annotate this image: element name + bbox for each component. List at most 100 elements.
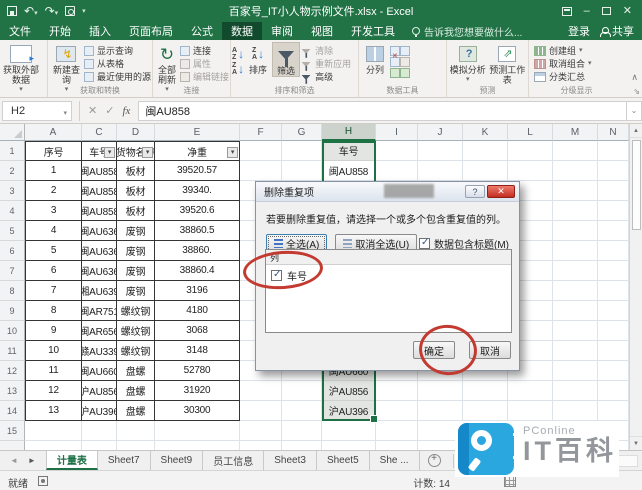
name-box-dropdown-icon[interactable]: ▾ — [63, 109, 67, 117]
cell-D10[interactable]: 螺纹钢 — [117, 321, 155, 341]
cell-N10[interactable] — [598, 321, 629, 341]
sheet-tab-7[interactable]: She ... — [370, 451, 420, 470]
cell-D7[interactable]: 废钢 — [117, 261, 155, 281]
col-header-F[interactable]: F — [240, 124, 282, 141]
row-header-5[interactable]: 5 — [0, 221, 25, 241]
cell-C4[interactable]: 闽AU858 — [82, 201, 117, 221]
select-all-corner[interactable] — [0, 124, 25, 141]
cell-L1[interactable] — [508, 141, 553, 161]
cell-M6[interactable] — [553, 241, 598, 261]
col-header-J[interactable]: J — [418, 124, 463, 141]
cell-C7[interactable]: 闽AU636 — [82, 261, 117, 281]
cell-N12[interactable] — [598, 361, 629, 381]
cell-M7[interactable] — [553, 261, 598, 281]
vertical-scrollbar[interactable]: ▲ ▼ — [629, 124, 642, 450]
sheet-tab-2[interactable]: Sheet7 — [98, 451, 151, 470]
cell-A15[interactable] — [25, 421, 82, 441]
dialog-close-button[interactable] — [487, 185, 515, 198]
group-button[interactable]: 创建组▾ — [534, 45, 641, 57]
cell-N3[interactable] — [598, 181, 629, 201]
cell-F15[interactable] — [240, 421, 282, 441]
advanced-filter-button[interactable]: 高级 — [300, 71, 351, 83]
cell-C3[interactable]: 闽AU858 — [82, 181, 117, 201]
cell-F16[interactable] — [240, 441, 282, 450]
cell-A2[interactable]: 1 — [25, 161, 82, 181]
cell-A8[interactable]: 7 — [25, 281, 82, 301]
cell-J13[interactable] — [418, 381, 463, 401]
cell-N2[interactable] — [598, 161, 629, 181]
cell-I14[interactable] — [376, 401, 418, 421]
col-header-L[interactable]: L — [508, 124, 553, 141]
reapply-button[interactable]: 重新应用 — [300, 58, 351, 70]
get-external-data-button[interactable]: 获取外部数据 ▾ — [1, 42, 41, 93]
cell-C11[interactable]: 赣AU339 — [82, 341, 117, 361]
filter-button-C1[interactable] — [104, 147, 115, 158]
row-header-1[interactable]: 1 — [0, 141, 25, 161]
cell-I15[interactable] — [376, 421, 418, 441]
cell-F1[interactable] — [240, 141, 282, 161]
show-queries-button[interactable]: 显示查询 — [84, 45, 151, 57]
cell-N5[interactable] — [598, 221, 629, 241]
share-button[interactable]: 共享 — [600, 23, 634, 39]
cell-E7[interactable]: 38860.4 — [155, 261, 240, 281]
flash-fill-icon[interactable] — [400, 46, 410, 56]
cell-A1[interactable]: 序号 — [25, 141, 82, 161]
formula-input[interactable]: 闽AU858 — [138, 101, 626, 121]
minimize-icon[interactable]: – — [584, 6, 590, 17]
cell-N1[interactable] — [598, 141, 629, 161]
cell-M8[interactable] — [553, 281, 598, 301]
cell-E3[interactable]: 39340. — [155, 181, 240, 201]
cell-M1[interactable] — [553, 141, 598, 161]
col-header-C[interactable]: C — [82, 124, 117, 141]
cell-N11[interactable] — [598, 341, 629, 361]
col-header-E[interactable]: E — [155, 124, 240, 141]
connections-button[interactable]: 连接 — [180, 45, 229, 57]
cell-J14[interactable] — [418, 401, 463, 421]
row-header-15[interactable]: 15 — [0, 421, 25, 441]
cell-G16[interactable] — [282, 441, 322, 450]
cell-L13[interactable] — [508, 381, 553, 401]
cell-H14[interactable]: 沪AU396 — [322, 401, 376, 421]
col-header-A[interactable]: A — [25, 124, 82, 141]
cell-C9[interactable]: 闽AR751 — [82, 301, 117, 321]
filter-button-D1[interactable] — [142, 147, 153, 158]
cell-M3[interactable] — [553, 181, 598, 201]
col-header-I[interactable]: I — [376, 124, 418, 141]
cell-C8[interactable]: 湘AU639 — [82, 281, 117, 301]
cell-E6[interactable]: 38860. — [155, 241, 240, 261]
col-header-K[interactable]: K — [463, 124, 508, 141]
cell-K1[interactable] — [463, 141, 508, 161]
cell-A5[interactable]: 4 — [25, 221, 82, 241]
row-header-12[interactable]: 12 — [0, 361, 25, 381]
new-sheet-icon[interactable] — [428, 454, 441, 467]
relationships-icon[interactable] — [400, 57, 410, 67]
cell-E1[interactable]: 净重 — [155, 141, 240, 161]
cell-A10[interactable]: 9 — [25, 321, 82, 341]
cell-I1[interactable] — [376, 141, 418, 161]
sheet-tab-3[interactable]: Sheet9 — [151, 451, 204, 470]
prev-sheet-icon[interactable]: ◄ — [10, 456, 18, 465]
cell-I16[interactable] — [376, 441, 418, 450]
column-checkbox-item[interactable]: 车号 — [266, 265, 511, 283]
cell-E14[interactable]: 30300 — [155, 401, 240, 421]
row-header-11[interactable]: 11 — [0, 341, 25, 361]
vertical-scroll-thumb[interactable] — [632, 140, 641, 230]
col-header-M[interactable]: M — [553, 124, 598, 141]
remove-duplicates-icon[interactable] — [390, 46, 400, 56]
cell-E2[interactable]: 39520.57 — [155, 161, 240, 181]
edit-links-button[interactable]: 编辑链接 — [180, 71, 229, 83]
cell-D9[interactable]: 螺纹钢 — [117, 301, 155, 321]
macro-record-icon[interactable] — [38, 476, 48, 486]
next-sheet-icon[interactable]: ► — [28, 456, 36, 465]
ribbon-tab-开发工具[interactable]: 开发工具 — [342, 22, 404, 40]
cell-E12[interactable]: 52780 — [155, 361, 240, 381]
cell-E5[interactable]: 38860.5 — [155, 221, 240, 241]
consolidate-icon[interactable] — [390, 68, 400, 78]
cell-C2[interactable]: 闽AU858 — [82, 161, 117, 181]
save-icon[interactable] — [7, 6, 17, 16]
cell-G15[interactable] — [282, 421, 322, 441]
cell-J1[interactable] — [418, 141, 463, 161]
cell-M2[interactable] — [553, 161, 598, 181]
ribbon-tab-插入[interactable]: 插入 — [80, 22, 120, 40]
cell-D12[interactable]: 盘螺 — [117, 361, 155, 381]
